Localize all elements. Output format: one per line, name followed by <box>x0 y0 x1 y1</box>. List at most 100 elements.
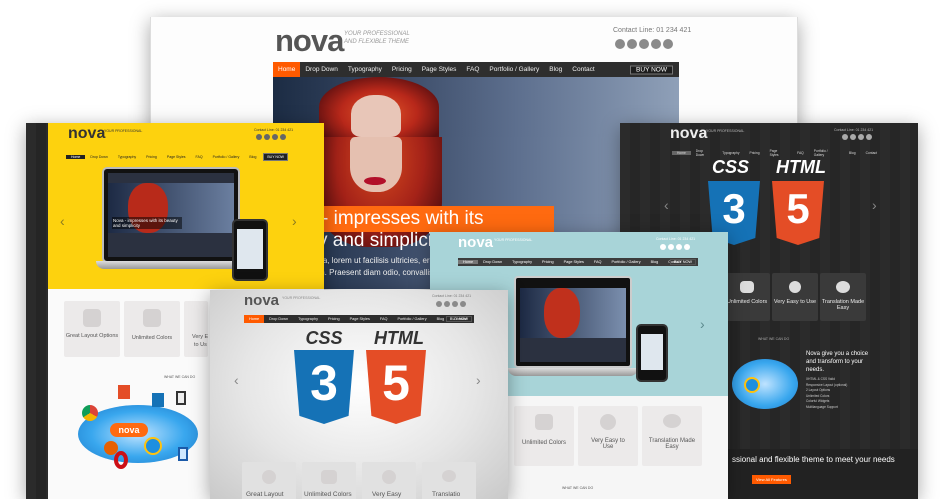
front-nav-portfolio[interactable]: Portfolio / Gallery <box>392 317 431 321</box>
teal-nav-home[interactable]: Home <box>458 260 479 264</box>
front-nav-page-styles[interactable]: Page Styles <box>345 317 375 321</box>
chevron-left-icon[interactable]: ‹ <box>234 372 239 388</box>
yellow-buy-now[interactable]: BUY NOW <box>263 153 288 161</box>
chevron-right-icon[interactable]: › <box>700 316 705 332</box>
main-contact-line: Contact Line: 01 234 421 <box>613 27 692 34</box>
dark-css3-number: 3 <box>722 185 746 232</box>
main-hero-face <box>351 95 401 137</box>
facebook-icon[interactable] <box>660 244 666 250</box>
hero-text-3: tra, lorem ut facilisis ultricies, eros <box>318 256 439 265</box>
skype-icon[interactable] <box>858 134 864 140</box>
rss-icon[interactable] <box>460 301 466 307</box>
dark-contact: Contact Line: 01 234 421 <box>834 128 874 132</box>
teal-nav-typography[interactable]: Typography <box>507 260 537 264</box>
camera-icon[interactable] <box>663 39 673 49</box>
teal-nav-faq[interactable]: FAQ <box>589 260 607 264</box>
dark-logo[interactable]: nova <box>670 125 707 143</box>
feature-unlimited[interactable] <box>124 301 180 357</box>
twitter-icon[interactable] <box>444 301 450 307</box>
nav-home[interactable]: Home <box>273 62 301 77</box>
nav-page-styles[interactable]: Page Styles <box>417 66 462 73</box>
skype-icon[interactable] <box>452 301 458 307</box>
yellow-nav-blog[interactable]: Blog <box>244 155 261 159</box>
skype-icon[interactable] <box>676 244 682 250</box>
front-nav-typography[interactable]: Typography <box>293 317 323 321</box>
feature-easy[interactable] <box>184 301 208 357</box>
dark-feature-unlimited[interactable] <box>724 273 770 321</box>
rss-icon[interactable] <box>651 39 661 49</box>
yellow-nav-dropdown[interactable]: Drop Down <box>85 155 113 159</box>
nav-portfolio[interactable]: Portfolio / Gallery <box>484 66 544 73</box>
yellow-nav-page-styles[interactable]: Page Styles <box>162 155 191 159</box>
yellow-nav-portfolio[interactable]: Portfolio / Gallery <box>208 155 245 159</box>
dark-html5-number: 5 <box>786 185 810 232</box>
dark-nav-home[interactable]: Home <box>672 150 691 155</box>
dark-feature-translation[interactable] <box>820 273 866 321</box>
nav-pricing[interactable]: Pricing <box>387 66 417 73</box>
rss-icon[interactable] <box>684 244 690 250</box>
chevron-right-icon[interactable]: › <box>872 197 877 213</box>
nav-buy-now[interactable]: BUY NOW <box>630 65 673 74</box>
front-nav-faq[interactable]: FAQ <box>375 317 393 321</box>
front-feature-layout-label: Great Layout <box>246 491 284 498</box>
facebook-icon[interactable] <box>256 134 262 140</box>
dark-nav-typography[interactable]: Typography <box>717 151 744 155</box>
facebook-icon[interactable] <box>436 301 442 307</box>
main-logo[interactable]: nova <box>275 23 344 59</box>
dark-nav-blog[interactable]: Blog <box>844 151 861 155</box>
feature-easy-label-2: to Us <box>194 342 207 348</box>
dark-nav-faq[interactable]: FAQ <box>792 151 809 155</box>
facebook-icon[interactable] <box>615 39 625 49</box>
nav-drop-down[interactable]: Drop Down <box>300 66 343 73</box>
front-nav-pricing[interactable]: Pricing <box>323 317 345 321</box>
nav-faq[interactable]: FAQ <box>461 66 484 73</box>
dark-nav-portfolio[interactable]: Portfolio / Gallery <box>809 149 844 157</box>
dark-cta-button[interactable]: View All Features <box>752 475 791 484</box>
teal-nav-pricing[interactable]: Pricing <box>537 260 559 264</box>
yellow-nav-pricing[interactable]: Pricing <box>141 155 162 159</box>
dark-nav-page-styles[interactable]: Page Styles <box>765 149 793 157</box>
laptop-site: Nova - impresses with its beauty and sim… <box>108 173 234 257</box>
dark-nav-pricing[interactable]: Pricing <box>745 151 765 155</box>
twitter-icon[interactable] <box>668 244 674 250</box>
twitter-icon[interactable] <box>264 134 270 140</box>
chevron-right-icon[interactable]: › <box>476 372 481 388</box>
front-logo[interactable]: nova <box>244 292 279 309</box>
teal-nav-dropdown[interactable]: Drop Down <box>478 260 507 264</box>
teal-logo[interactable]: nova <box>458 234 493 251</box>
chevron-left-icon[interactable]: ‹ <box>60 213 65 229</box>
yellow-nav-faq[interactable]: FAQ <box>191 155 208 159</box>
yellow-nav-home[interactable]: Home <box>66 155 86 159</box>
front-nav-home[interactable]: Home <box>244 315 265 323</box>
teal-feature-unlimited[interactable] <box>514 406 574 466</box>
main-social-icons <box>613 39 673 49</box>
rss-icon[interactable] <box>866 134 872 140</box>
dark-nav-contact[interactable]: Contact <box>861 151 882 155</box>
yellow-logo[interactable]: nova <box>68 125 105 143</box>
teal-phone <box>636 324 668 382</box>
nav-typography[interactable]: Typography <box>343 66 387 73</box>
twitter-icon[interactable] <box>850 134 856 140</box>
front-nav-dropdown[interactable]: Drop Down <box>264 317 293 321</box>
twitter-icon[interactable] <box>627 39 637 49</box>
teal-feature-translation[interactable] <box>642 406 702 466</box>
skype-icon[interactable] <box>272 134 278 140</box>
dark-feature-easy[interactable] <box>772 273 818 321</box>
teal-buy-now[interactable]: BUY NOW <box>669 259 696 265</box>
chevron-left-icon[interactable]: ‹ <box>664 197 669 213</box>
nav-contact[interactable]: Contact <box>567 66 599 73</box>
teal-nav-blog[interactable]: Blog <box>646 260 664 264</box>
teal-feature-easy[interactable] <box>578 406 638 466</box>
facebook-icon[interactable] <box>842 134 848 140</box>
teal-nav-portfolio[interactable]: Portfolio / Gallery <box>606 260 645 264</box>
chevron-right-icon[interactable]: › <box>292 213 297 229</box>
skype-icon[interactable] <box>639 39 649 49</box>
nav-blog[interactable]: Blog <box>544 66 567 73</box>
teal-nav-page-styles[interactable]: Page Styles <box>559 260 589 264</box>
yellow-nav-typography[interactable]: Typography <box>113 155 141 159</box>
front-buy-now[interactable]: BUY NOW <box>445 316 472 322</box>
feature-great-layout[interactable] <box>64 301 120 357</box>
laptop-screen: Nova - impresses with its beauty and sim… <box>102 167 240 263</box>
dark-nav-dropdown[interactable]: Drop Down <box>691 149 717 157</box>
rss-icon[interactable] <box>280 134 286 140</box>
